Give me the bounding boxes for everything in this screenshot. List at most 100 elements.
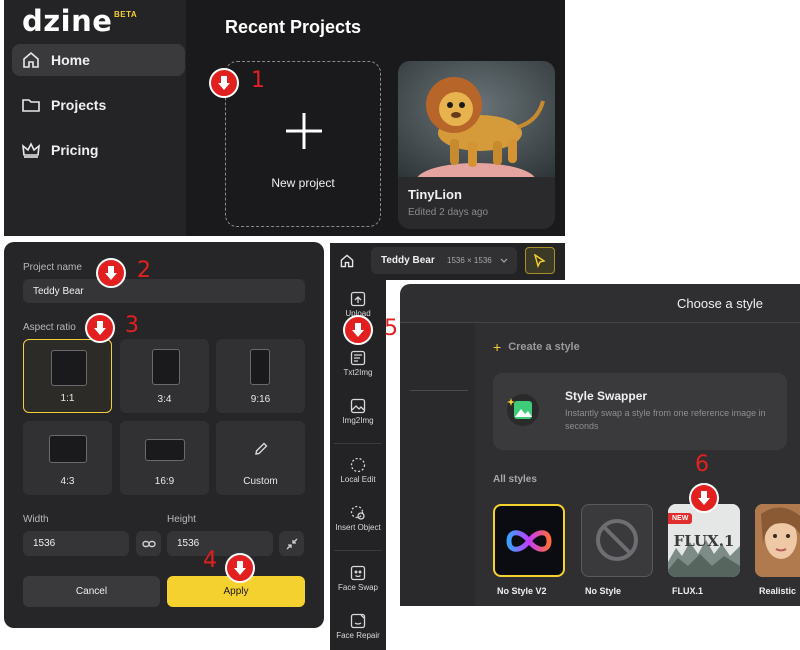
divider	[334, 443, 382, 444]
style-card-label: FLUX.1	[672, 586, 704, 596]
new-project-label: New project	[271, 176, 335, 190]
project-thumbnail	[398, 61, 555, 177]
arrow-down-icon	[352, 323, 364, 337]
plus-icon: +	[493, 339, 502, 355]
ratio-label: Custom	[243, 476, 278, 487]
tool-label: Insert Object	[335, 523, 381, 532]
project-title: TinyLion	[408, 187, 462, 202]
style-swapper-title: Style Swapper	[565, 389, 648, 403]
style-swapper-icon	[507, 394, 539, 426]
annotation-arrow-marker	[343, 315, 373, 345]
ratio-option-3-4[interactable]: 3:4	[120, 339, 209, 413]
sidebar-item-label: Home	[51, 52, 90, 68]
logo[interactable]: dzine	[22, 4, 112, 38]
home-icon[interactable]	[339, 253, 355, 269]
link-dimensions-button[interactable]	[136, 531, 161, 556]
sidebar-item-home[interactable]: Home	[12, 44, 185, 76]
annotation-number: 4	[203, 548, 217, 573]
cancel-button[interactable]: Cancel	[23, 576, 160, 607]
no-style-icon	[596, 519, 638, 561]
face-swap-icon	[350, 565, 366, 581]
tool-label: Img2Img	[342, 416, 374, 425]
style-swapper-description: Instantly swap a style from one referenc…	[565, 408, 766, 431]
style-swapper-card[interactable]: Style Swapper Instantly swap a style fro…	[493, 373, 787, 450]
height-input[interactable]: 1536	[167, 531, 273, 556]
tool-upload[interactable]: Upload	[330, 291, 386, 318]
ratio-label: 3:4	[157, 394, 172, 405]
style-panel-title: Choose a style	[677, 296, 763, 311]
sidebar-item-label: Projects	[51, 97, 107, 113]
sidebar: dzine BETA Home Projects Pricing	[4, 0, 186, 236]
style-card-label: Realistic	[759, 586, 797, 596]
ratio-label: 16:9	[154, 476, 175, 487]
tool-face-swap[interactable]: Face Swap	[330, 565, 386, 592]
infinity-art	[506, 530, 552, 552]
ratio-option-4-3[interactable]: 4:3	[23, 421, 112, 495]
project-edited-time: Edited 2 days ago	[408, 207, 489, 218]
insert-object-icon	[350, 505, 365, 520]
annotation-number: 2	[137, 258, 151, 283]
tool-insert-object[interactable]: Insert Object	[330, 505, 386, 532]
arrow-down-icon	[218, 76, 230, 90]
aspect-ratio-label: Aspect ratio	[23, 322, 76, 333]
style-card-no-style[interactable]	[581, 504, 653, 577]
editor-dimensions: 1536 × 1536	[447, 256, 492, 265]
style-card-flux[interactable]: FLUX.1 NEW	[668, 504, 740, 577]
create-style-label: Create a style	[508, 341, 580, 353]
project-name-input[interactable]: Teddy Bear	[23, 279, 305, 303]
tool-txt2img[interactable]: Txt2Img	[330, 350, 386, 377]
ratio-option-custom[interactable]: Custom	[216, 421, 305, 495]
annotation-number: 5	[384, 316, 398, 341]
tool-label: Face Swap	[337, 583, 379, 592]
tool-img2img[interactable]: Img2Img	[330, 398, 386, 425]
sidebar-item-projects[interactable]: Projects	[12, 89, 185, 121]
new-project-card[interactable]: New project	[225, 61, 381, 227]
all-styles-label: All styles	[493, 474, 537, 485]
arrow-down-icon	[105, 266, 117, 280]
chevron-down-icon	[500, 258, 508, 263]
project-name-chip[interactable]: Teddy Bear 1536 × 1536	[371, 247, 517, 274]
ratio-option-1-1[interactable]: 1:1	[23, 339, 112, 413]
ratio-shape	[250, 349, 270, 385]
pencil-icon	[255, 442, 268, 455]
page-title: Recent Projects	[225, 17, 362, 37]
ratio-label: 1:1	[60, 393, 75, 404]
width-input[interactable]: 1536	[23, 531, 129, 556]
width-label: Width	[23, 514, 49, 525]
home-icon	[23, 51, 39, 68]
ratio-shape	[145, 439, 185, 461]
select-tool-button[interactable]	[525, 247, 555, 274]
flux-art-text: FLUX.1	[673, 532, 735, 550]
style-categories-column	[400, 323, 475, 606]
create-style-button[interactable]: + Create a style	[493, 340, 580, 354]
swap-dimensions-button[interactable]	[279, 531, 304, 556]
new-badge: NEW	[668, 513, 693, 524]
project-card[interactable]: TinyLion Edited 2 days ago	[398, 61, 555, 229]
arrow-down-icon	[234, 561, 246, 575]
style-card-label: No Style V2	[497, 586, 547, 596]
style-card-realistic[interactable]	[755, 504, 800, 577]
ratio-label: 9:16	[250, 394, 271, 405]
editor-project-name: Teddy Bear	[381, 255, 435, 266]
editor-toolbar: Teddy Bear 1536 × 1536	[330, 243, 565, 280]
annotation-arrow-marker	[689, 483, 719, 513]
sidebar-item-pricing[interactable]: Pricing	[12, 134, 185, 166]
tool-local-edit[interactable]: Local Edit	[330, 457, 386, 484]
ratio-shape	[49, 435, 87, 463]
style-card-no-style-v2[interactable]	[493, 504, 565, 577]
ratio-option-9-16[interactable]: 9:16	[216, 339, 305, 413]
divider	[334, 550, 382, 551]
link-icon	[141, 540, 156, 547]
ratio-shape	[152, 349, 180, 385]
arrow-down-icon	[94, 321, 106, 335]
ratio-option-16-9[interactable]: 16:9	[120, 421, 209, 495]
tool-face-repair[interactable]: Face Repair	[330, 613, 386, 640]
tool-label: Local Edit	[340, 475, 376, 484]
project-name-label: Project name	[23, 262, 82, 273]
ratio-shape	[51, 350, 87, 386]
local-edit-icon	[350, 457, 366, 473]
collapse-arrows-icon	[286, 538, 297, 549]
folder-icon	[22, 99, 40, 112]
tool-label: Txt2Img	[343, 368, 373, 377]
portrait-art	[755, 504, 800, 577]
